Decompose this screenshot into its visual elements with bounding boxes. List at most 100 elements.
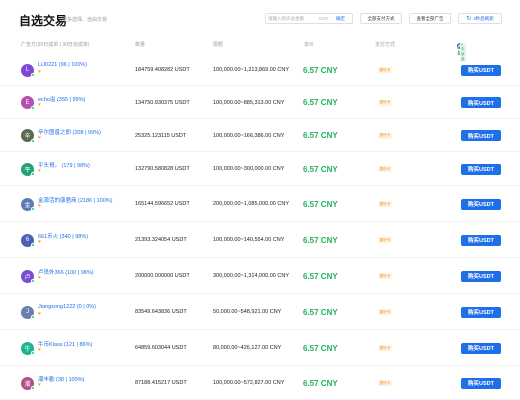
quantity-value: 184759.408282 USDT: [135, 67, 190, 73]
limit-value: 100,000.00~140,554.00 CNY: [213, 237, 285, 243]
payment-method-badge: 银行卡: [378, 99, 392, 106]
table-header: 广告方(30日成单 | 30日完成率) 数量 限额 单价 支付方式 ? 交易 0…: [0, 39, 520, 62]
column-price: 单价: [304, 42, 315, 48]
buy-usdt-button[interactable]: 购买USDT: [461, 377, 501, 389]
heart-icon: ♥: [38, 101, 41, 108]
payment-method-badge: 银行卡: [378, 67, 392, 73]
limit-value: 100,000.00~300,000.00 CNY: [213, 166, 285, 172]
top-bar: 自选交易 更多选择、自由交易 CNY 确定 全部支付方式 查看全部广告 ↻ 3秒…: [0, 0, 520, 36]
advertiser-name-link[interactable]: 潮丰勤 (38 | 100%): [38, 375, 84, 383]
heart-icon: ♥: [38, 203, 41, 209]
online-status-dot: [31, 105, 35, 110]
buy-usdt-button[interactable]: 购买USDT: [461, 163, 501, 175]
heart-icon: ♥: [38, 134, 41, 141]
limit-value: 100,000.00~885,313.00 CNY: [213, 99, 285, 106]
buy-usdt-button[interactable]: 购买USDT: [461, 130, 501, 141]
price-value: 6.57 CNY: [303, 131, 338, 140]
table-row: 平平头哥。 (179 | 98%) ♥ 132790.580828 USDT 100,…: [0, 152, 520, 186]
confirm-button[interactable]: 确定: [336, 16, 345, 22]
buy-usdt-button[interactable]: 购买USDT: [461, 306, 501, 318]
page-subtitle: 更多选择、自由交易: [62, 17, 108, 23]
payment-method-badge: 银行卡: [378, 273, 392, 279]
limit-value: 100,000.00~1,213,869.00 CNY: [213, 67, 289, 73]
limit-value: 100,000.00~572,827.00 CNY: [213, 380, 285, 386]
price-value: 6.57 CNY: [303, 271, 338, 281]
heart-icon: ♥: [38, 347, 41, 353]
advertiser-name-link[interactable]: 金源活的康君商 (2186 | 100%): [38, 196, 112, 204]
online-status-dot: [31, 172, 35, 176]
column-quantity: 数量: [135, 42, 146, 48]
heart-icon: ♥: [38, 239, 41, 245]
payment-filter-dropdown[interactable]: 全部支付方式: [360, 13, 402, 24]
limit-value: 100,000.00~166,386.00 CNY: [213, 132, 285, 139]
advertiser-name-link[interactable]: LiJ0221 (96 | 100%): [38, 62, 87, 68]
table-row: 潮潮丰勤 (38 | 100%) ♥ 87188.415217 USDT 100,00…: [0, 366, 520, 400]
price-value: 6.57 CNY: [303, 65, 338, 75]
table-row: 辛辛尔图普之即 (208 | 99%) ♥ 25325.123115 USDT 100…: [0, 119, 520, 152]
price-value: 6.57 CNY: [303, 307, 338, 317]
quantity-value: 134750.930375 USDT: [135, 99, 190, 106]
heart-icon: ♥: [38, 275, 41, 281]
refresh-button[interactable]: ↻ 3秒后刷新: [458, 13, 502, 24]
buy-usdt-button[interactable]: 购买USDT: [461, 198, 501, 210]
table-row: 牛牛币Klass (121 | 86%) ♥ 64859.603044 USDT 80…: [0, 330, 520, 366]
online-status-dot: [31, 351, 35, 355]
buy-usdt-button[interactable]: 购买USDT: [461, 97, 501, 108]
quantity-value: 64859.603044 USDT: [135, 345, 187, 351]
limit-value: 80,000.00~426,127.00 CNY: [213, 345, 282, 351]
column-limit: 限额: [213, 42, 224, 48]
heart-icon: ♥: [38, 168, 41, 174]
buy-usdt-button[interactable]: 购买USDT: [461, 342, 501, 354]
column-advertiser: 广告方(30日成单 | 30日完成率): [21, 42, 90, 48]
advertiser-name-link[interactable]: 平头哥。 (179 | 98%): [38, 161, 90, 169]
limit-value: 200,000.00~1,085,000.00 CNY: [213, 201, 289, 207]
advertiser-name-link[interactable]: 牛币Klass (121 | 86%): [38, 340, 92, 348]
advertiser-name-link[interactable]: 661币火 (340 | 98%): [38, 232, 88, 240]
refresh-label: 3秒后刷新: [473, 15, 494, 21]
column-payment: 支付方式: [375, 42, 396, 48]
payment-method-badge: 银行卡: [378, 345, 392, 351]
quantity-value: 132790.580828 USDT: [135, 166, 190, 172]
heart-icon: ♥: [38, 69, 41, 75]
quantity-value: 87188.415217 USDT: [135, 380, 187, 386]
payment-method-badge: 银行卡: [378, 309, 392, 315]
online-status-dot: [31, 207, 35, 211]
table-row: Eecho溢 (355 | 99%) ♥ 134750.930375 USDT 100…: [0, 86, 520, 119]
online-status-dot: [31, 279, 35, 283]
quantity-value: 165144.596652 USDT: [135, 201, 190, 207]
amount-search-box: CNY 确定: [265, 13, 353, 24]
price-value: 6.57 CNY: [303, 164, 338, 174]
price-value: 6.57 CNY: [303, 235, 338, 245]
advertiser-name-link[interactable]: 辛尔图普之即 (208 | 99%): [38, 128, 101, 136]
heart-icon: ♥: [38, 311, 41, 317]
quantity-value: 21393.324054 USDT: [135, 237, 187, 243]
quantity-value: 200000.000000 USDT: [135, 273, 190, 279]
price-value: 6.57 CNY: [303, 98, 338, 107]
currency-label: CNY: [319, 16, 329, 21]
heart-icon: ♥: [38, 382, 41, 388]
view-all-ads-button[interactable]: 查看全部广告: [409, 13, 451, 24]
table-row: J Jiangsong1222 (0 | 0%) ♥ 83549.643836 USD…: [0, 294, 520, 330]
payment-method-badge: 银行卡: [378, 132, 392, 139]
advertiser-name-link[interactable]: Jiangsong1222 (0 | 0%): [38, 304, 96, 310]
page-title: 自选交易: [19, 14, 68, 28]
buy-usdt-button[interactable]: 购买USDT: [461, 270, 501, 282]
advertiser-name-link[interactable]: echo溢 (355 | 99%): [38, 95, 85, 103]
quantity-value: 25325.123115 USDT: [135, 132, 187, 139]
buy-usdt-button[interactable]: 购买USDT: [461, 234, 501, 246]
online-status-dot: [31, 315, 35, 319]
buy-usdt-button[interactable]: 购买USDT: [461, 64, 501, 76]
quantity-value: 83549.643836 USDT: [135, 309, 187, 315]
payment-method-badge: 银行卡: [378, 237, 392, 243]
table-row: L LiJ0221 (96 | 100%) ♥ 184759.408282 USDT 1…: [0, 54, 520, 86]
online-status-dot: [31, 243, 35, 247]
table-row: 卢卢员外366 (100 | 98%) ♥ 200000.000000 USDT 30…: [0, 258, 520, 294]
online-status-dot: [31, 138, 35, 143]
table-row: 6 661币火 (340 | 98%) ♥ 21393.324054 USDT 100,…: [0, 222, 520, 258]
advertiser-name-link[interactable]: 卢员外366 (100 | 98%): [38, 268, 94, 276]
payment-method-badge: 银行卡: [378, 380, 392, 386]
limit-value: 300,000.00~1,314,000.00 CNY: [213, 273, 289, 279]
online-status-dot: [31, 73, 35, 77]
price-value: 6.57 CNY: [303, 199, 338, 209]
amount-input[interactable]: [268, 14, 318, 23]
